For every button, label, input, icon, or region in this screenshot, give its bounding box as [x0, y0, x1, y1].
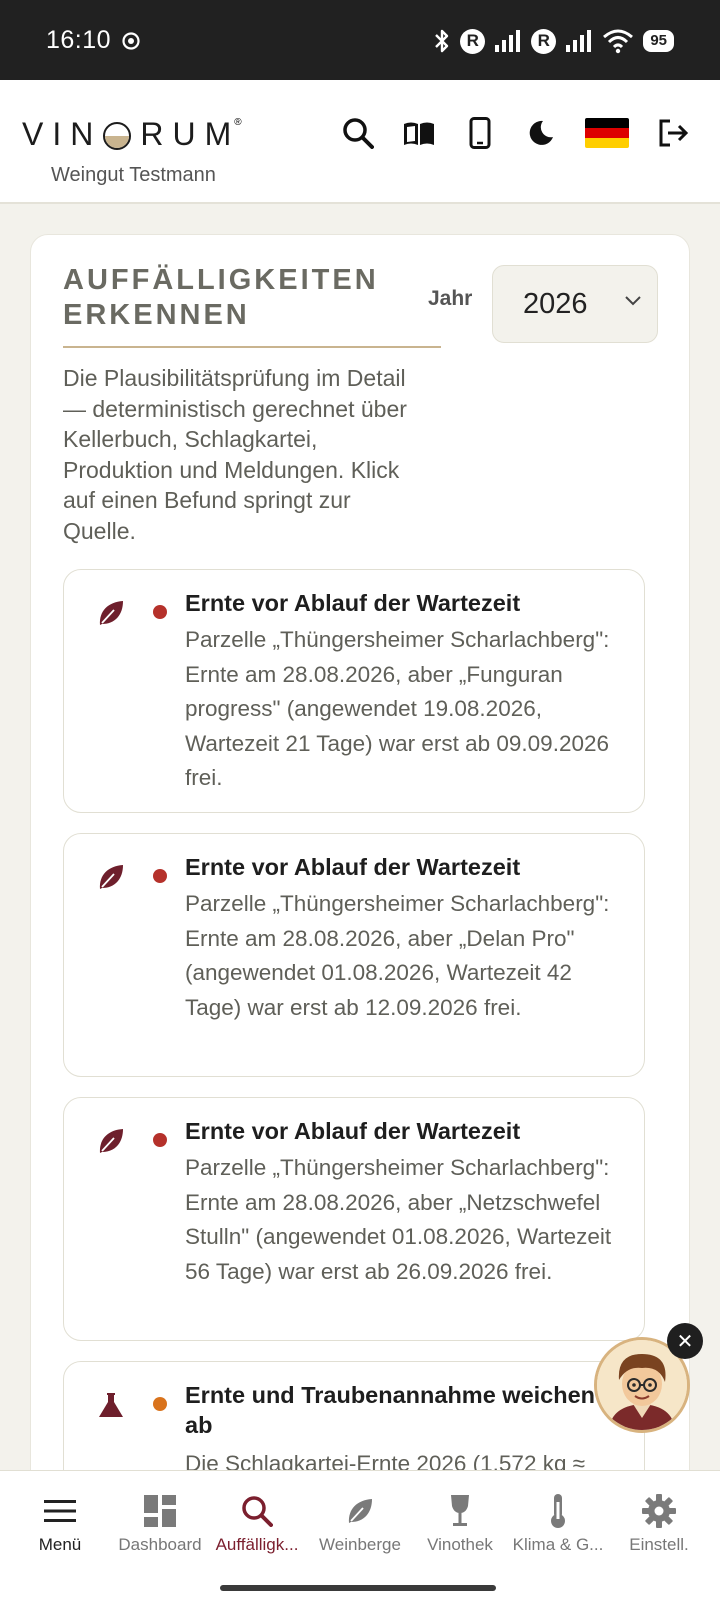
severity-dot [153, 1397, 167, 1411]
header-actions [341, 116, 690, 150]
year-label: Jahr [428, 287, 473, 310]
leaf-icon [340, 1493, 380, 1529]
finding-card[interactable]: Ernte vor Ablauf der Wartezeit Parzelle … [63, 1097, 645, 1341]
signal-icon [495, 30, 521, 52]
mobile-icon[interactable] [463, 116, 497, 150]
gesture-home-bar[interactable] [220, 1585, 496, 1591]
wifi-icon [603, 29, 634, 54]
title-divider [63, 346, 441, 348]
bottom-nav: Menü Dashboard Auffälligk... Weinberge V… [0, 1470, 720, 1602]
nav-label: Vinothek [427, 1535, 493, 1554]
dashboard-icon [140, 1493, 180, 1529]
nav-label: Dashboard [118, 1535, 202, 1554]
flask-icon [99, 1393, 123, 1417]
app-header: VIN RUM ® Weingut Testmann [0, 80, 720, 204]
search-icon[interactable] [341, 116, 375, 150]
nav-label: Einstell. [629, 1535, 689, 1554]
severity-dot [153, 605, 167, 619]
finding-title: Ernte vor Ablauf der Wartezeit [185, 1118, 521, 1144]
finding-description: Parzelle „Thüngersheimer Scharlachberg":… [185, 1155, 612, 1284]
nav-item-vinothek[interactable]: Vinothek [410, 1493, 510, 1555]
page-title: AUFFÄLLIGKEITEN ERKENNEN [63, 264, 379, 331]
finding-description: Parzelle „Thüngersheimer Scharlachberg":… [185, 627, 610, 791]
bluetooth-icon [435, 29, 449, 53]
finding-title: Ernte und Traubenannahme weichen ab [185, 1382, 596, 1438]
nav-label: Klima & G... [512, 1535, 604, 1554]
severity-dot [153, 1133, 167, 1147]
thermometer-icon [538, 1493, 578, 1529]
leaf-icon [99, 865, 123, 889]
finding-card[interactable]: Ernte vor Ablauf der Wartezeit Parzelle … [63, 833, 645, 1077]
status-time: 16:10 [46, 26, 112, 54]
status-bar: 16:10 R R 95 [0, 0, 720, 80]
logo-text-right: RUM [140, 116, 241, 152]
menu-icon [40, 1493, 80, 1529]
finding-title: Ernte vor Ablauf der Wartezeit [185, 590, 521, 616]
nav-label: Menü [38, 1535, 82, 1554]
nav-item-settings[interactable]: Einstell. [609, 1493, 709, 1555]
nav-label: Auffälligk... [215, 1535, 299, 1554]
wine-glass-icon [440, 1493, 480, 1529]
roaming-badge-2: R [531, 28, 557, 54]
registered-mark: ® [234, 117, 242, 128]
finding-card[interactable]: Ernte vor Ablauf der Wartezeit Parzelle … [63, 569, 645, 813]
anomalies-card: AUFFÄLLIGKEITEN ERKENNEN Jahr 2026 Die P… [30, 234, 690, 1561]
leaf-icon [99, 601, 123, 625]
year-value: 2026 [523, 287, 588, 320]
gear-icon [639, 1493, 679, 1529]
chevron-down-icon [625, 296, 641, 306]
chrome-icon [122, 32, 140, 50]
roaming-badge: R [460, 28, 486, 54]
vinorum-logo[interactable]: VIN RUM ® [22, 116, 248, 153]
signal-icon-2 [566, 30, 592, 52]
assistant-close-button[interactable]: ✕ [667, 1323, 703, 1359]
battery-indicator: 95 [643, 30, 674, 52]
nav-item-dashboard[interactable]: Dashboard [110, 1493, 210, 1555]
leaf-icon [99, 1129, 123, 1153]
book-icon[interactable] [402, 116, 436, 150]
german-flag-icon[interactable] [585, 118, 629, 148]
nav-item-vineyards[interactable]: Weinberge [310, 1493, 410, 1555]
dark-mode-icon[interactable] [524, 116, 558, 150]
finding-description: Parzelle „Thüngersheimer Scharlachberg":… [185, 891, 610, 1020]
logout-icon[interactable] [656, 116, 690, 150]
finding-title: Ernte vor Ablauf der Wartezeit [185, 854, 521, 880]
search-icon [237, 1493, 277, 1529]
logo-text-left: VIN [22, 116, 103, 152]
winery-name: Weingut Testmann [51, 164, 216, 186]
nav-label: Weinberge [319, 1535, 401, 1554]
year-select[interactable]: 2026 [492, 265, 658, 343]
nav-item-menu[interactable]: Menü [10, 1493, 110, 1555]
nav-item-climate[interactable]: Klima & G... [508, 1493, 608, 1555]
severity-dot [153, 869, 167, 883]
logo-glass-mark [103, 121, 132, 150]
nav-item-anomalies[interactable]: Auffälligk... [207, 1493, 307, 1555]
intro-text: Die Plausibilitätsprüfung im Detail — de… [63, 365, 407, 544]
